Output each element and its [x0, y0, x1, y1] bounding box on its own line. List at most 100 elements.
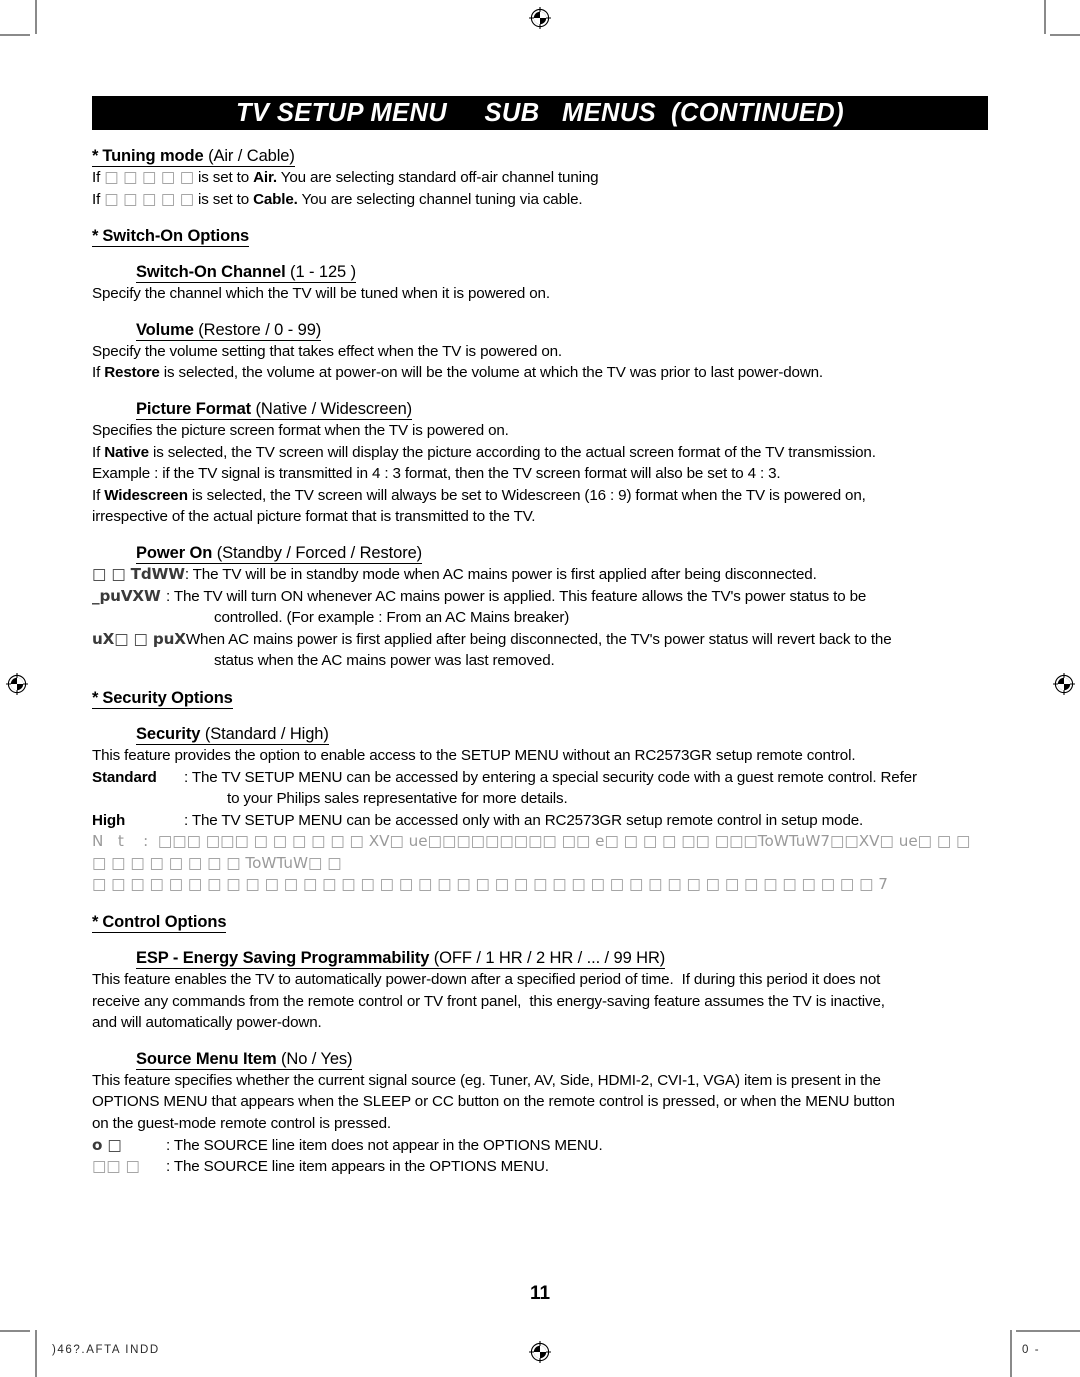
tuning-mode-line-1: If □ □ □ □ □ is set to Air. You are sele…	[92, 167, 988, 189]
bullet-star: *	[92, 688, 99, 707]
section-heading-control-options: * Control Options	[92, 913, 227, 934]
crop-mark-top-right-horizontal	[1050, 34, 1080, 36]
switch-on-channel-line-1: Specify the channel which the TV will be…	[92, 285, 550, 303]
security-note-garbled-line-1: N t : □□□ □□□ □ □ □ □ □ □ XV□ ue□□□□□□□□…	[92, 832, 976, 872]
picture-format-line-4: If Widescreen is selected, the TV screen…	[92, 485, 988, 507]
source-menu-option-row: □□ □ : The SOURCE line item appears in t…	[92, 1156, 988, 1178]
heading-bold-text: Power On	[136, 543, 213, 562]
option-label-garbled: uX□ □ puX	[92, 629, 186, 648]
bullet-star: *	[92, 147, 99, 165]
option-label-garbled: o □	[92, 1135, 122, 1154]
picture-format-line-1: Specifies the picture screen format when…	[92, 421, 509, 439]
line-bold-term: Restore	[104, 364, 160, 382]
option-description: : The SOURCE line item does not appear i…	[166, 1136, 603, 1154]
heading-range-text: (Restore / 0 - 99)	[198, 320, 322, 339]
source-menu-option-row: o □ : The SOURCE line item does not appe…	[92, 1135, 988, 1157]
esp-line-1: This feature enables the TV to automatic…	[92, 971, 881, 989]
option-description: : The SOURCE line item appears in the OP…	[166, 1158, 549, 1176]
crop-mark-bottom-left-vertical	[35, 1330, 37, 1377]
security-option-continuation: to your Philips sales representative for…	[227, 790, 568, 808]
manual-page-content: TV SETUP MENU SUB MENUS (CONTINUED) * Tun…	[92, 96, 988, 1178]
option-description: : The TV SETUP MENU can be accessed by e…	[184, 768, 917, 786]
tuning-mode-line-2: If □ □ □ □ □ is set to Cable. You are se…	[92, 189, 988, 211]
subsection-security: Security (Standard / High) This feature …	[92, 709, 988, 896]
option-description: : The TV will turn ON whenever AC mains …	[166, 587, 867, 605]
registration-mark-left	[6, 673, 28, 695]
garbled-glyph-run: □ □ □ □ □	[104, 189, 194, 208]
line-prefix: If	[92, 486, 105, 504]
heading-bold-text: Source Menu Item	[136, 1049, 277, 1068]
heading-range-text: (Air / Cable)	[208, 147, 295, 165]
section-security-options: * Security Options Security (Standard / H…	[92, 672, 988, 896]
security-option-row: High : The TV SETUP MENU can be accessed…	[92, 810, 988, 832]
subsection-esp: ESP - Energy Saving Programmability (OFF…	[92, 933, 988, 1034]
page-number: 11	[529, 1283, 551, 1304]
line-suffix: is selected, the TV screen will display …	[148, 443, 876, 461]
heading-bold-text: ESP - Energy Saving Programmability	[136, 949, 430, 968]
subsection-volume: Volume (Restore / 0 - 99) Specify the vo…	[92, 305, 988, 384]
power-on-option-row: □ □ TdWW : The TV will be in standby mod…	[92, 564, 988, 586]
picture-format-line-2: If Native is selected, the TV screen wil…	[92, 442, 988, 464]
subsection-switch-on-channel: Switch-On Channel (1 - 125 ) Specify the…	[92, 247, 988, 305]
option-label-garbled: □ □ TdWW	[92, 564, 185, 583]
line-suffix: is selected, the volume at power-on will…	[159, 364, 824, 382]
heading-bold-text: Security Options	[102, 688, 233, 707]
subsection-heading-power-on: Power On (Standby / Forced / Restore)	[136, 544, 422, 564]
line-bold-term: Air.	[253, 169, 277, 186]
bullet-star: *	[92, 227, 99, 246]
crop-mark-bottom-left-horizontal	[0, 1330, 30, 1332]
option-description: : The TV will be in standby mode when AC…	[184, 565, 817, 583]
heading-bold-text: Switch-On Options	[102, 227, 250, 246]
option-description: When AC mains power is first applied aft…	[185, 630, 892, 648]
line-prefix: If	[92, 443, 105, 461]
line-middle: is set to	[193, 190, 254, 208]
page-title-banner: TV SETUP MENU SUB MENUS (CONTINUED)	[92, 96, 988, 130]
line-prefix: If	[92, 190, 105, 208]
heading-range-text: (Standard / High)	[204, 724, 329, 743]
line-prefix: If	[92, 169, 105, 186]
subsection-heading-security: Security (Standard / High)	[136, 725, 329, 745]
garbled-glyph-run: □ □ □ □ □	[104, 168, 194, 186]
volume-line-1: Specify the volume setting that takes ef…	[92, 342, 563, 360]
option-label: Standard	[92, 768, 157, 786]
section-heading-tuning-mode: * Tuning mode (Air / Cable)	[92, 147, 295, 167]
heading-bold-text: Control Options	[102, 913, 227, 932]
crop-mark-top-left-vertical	[35, 0, 37, 34]
footer-right-slug: 0 -	[1022, 1344, 1041, 1356]
line-suffix: You are selecting channel tuning via cab…	[297, 190, 583, 208]
registration-mark-top	[529, 7, 551, 29]
line-suffix: is selected, the TV screen will always b…	[187, 486, 866, 504]
heading-bold-text: Picture Format	[136, 399, 252, 418]
heading-range-text: (Native / Widescreen)	[255, 399, 413, 418]
power-on-option-row: uX□ □ puX When AC mains power is first a…	[92, 629, 988, 651]
picture-format-line-3: Example : if the TV signal is transmitte…	[92, 465, 781, 483]
source-menu-line-3: on the guest-mode remote control is pres…	[92, 1115, 391, 1133]
heading-bold-text: Tuning mode	[102, 147, 204, 165]
heading-bold-text: Switch-On Channel	[136, 263, 286, 282]
subsection-source-menu-item: Source Menu Item (No / Yes) This feature…	[92, 1034, 988, 1178]
section-heading-security-options: * Security Options	[92, 689, 233, 709]
crop-mark-top-left-horizontal	[0, 34, 30, 36]
heading-bold-text: Volume	[136, 320, 194, 339]
subsection-picture-format: Picture Format (Native / Widescreen) Spe…	[92, 384, 988, 528]
registration-mark-right	[1053, 673, 1075, 695]
section-tuning-mode: * Tuning mode (Air / Cable) If □ □ □ □ □ …	[92, 130, 988, 210]
line-bold-term: Widescreen	[104, 486, 188, 504]
option-description: : The TV SETUP MENU can be accessed only…	[184, 811, 864, 829]
option-label-garbled: □□ □	[92, 1157, 140, 1176]
heading-range-text: (OFF / 1 HR / 2 HR / ... / 99 HR)	[433, 949, 666, 968]
heading-range-text: (No / Yes)	[281, 1049, 353, 1068]
subsection-power-on: Power On (Standby / Forced / Restore) □ …	[92, 528, 988, 672]
crop-mark-top-right-vertical	[1044, 0, 1046, 34]
security-note-garbled-line-2: □ □ □ □ □ □ □ □ □ □ □ □ □ □ □ □ □ □ □ □ …	[92, 875, 888, 894]
bullet-star: *	[92, 913, 99, 932]
security-option-row: Standard : The TV SETUP MENU can be acce…	[92, 767, 988, 789]
line-bold-term: Native	[104, 443, 149, 461]
section-control-options: * Control Options ESP - Energy Saving Pro…	[92, 896, 988, 1178]
crop-mark-bottom-right-horizontal	[1016, 1330, 1080, 1332]
picture-format-line-5: irrespective of the actual picture forma…	[92, 508, 536, 526]
source-menu-line-1: This feature specifies whether the curre…	[92, 1071, 881, 1089]
esp-line-2: receive any commands from the remote con…	[92, 992, 885, 1010]
volume-line-2: If Restore is selected, the volume at po…	[92, 362, 988, 384]
registration-mark-bottom	[529, 1341, 551, 1363]
